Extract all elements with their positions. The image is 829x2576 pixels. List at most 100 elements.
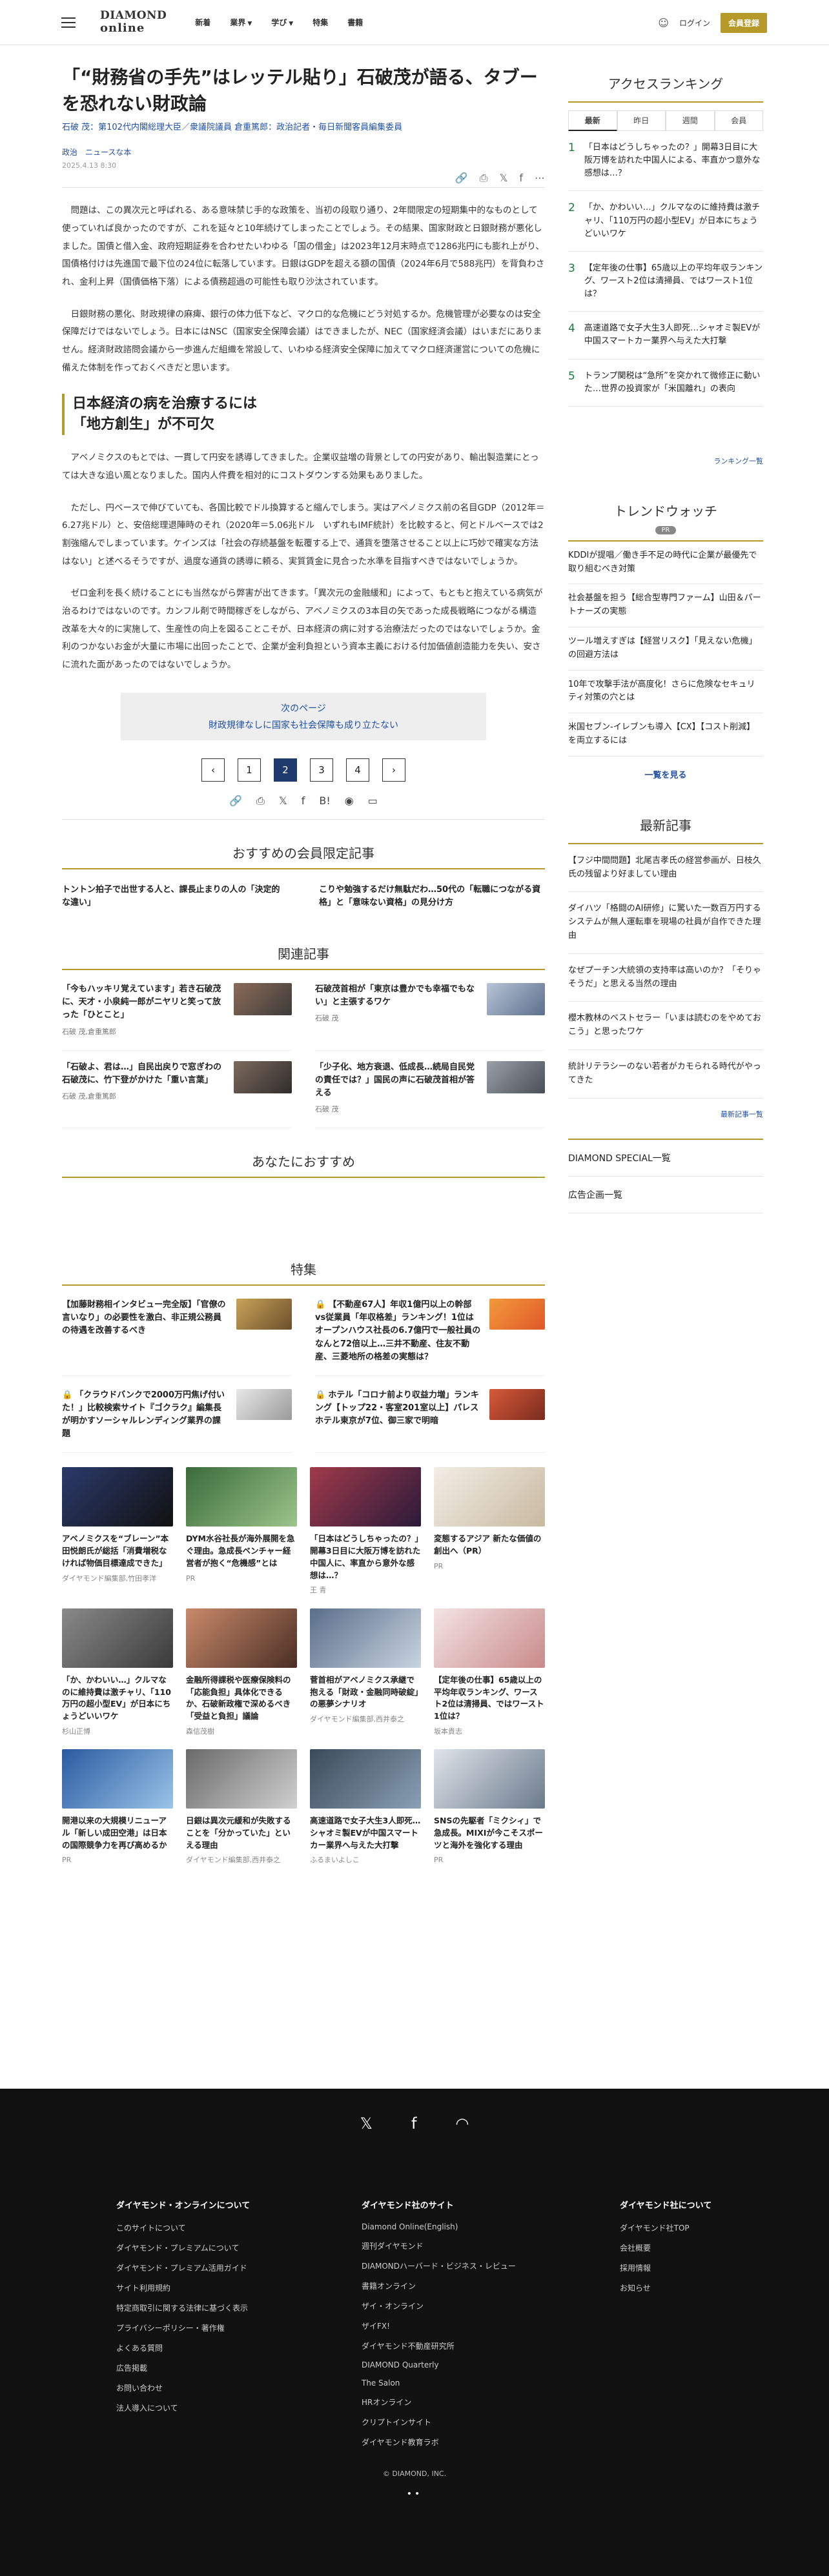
latest-item[interactable]: 櫻木教林のベストセラー「いまは読むのをやめておこう」と思ったワケ (568, 1002, 763, 1050)
page-button-4[interactable]: 4 (346, 758, 369, 782)
article-card[interactable]: 金融所得課税や医療保険料の「応能負担」具体化できるか、石破新政権で深めるべき「受… (186, 1608, 297, 1736)
footer-link[interactable]: ダイヤモンド社TOP (620, 2222, 781, 2233)
next-page-button[interactable]: › (382, 758, 405, 782)
page-button-2[interactable]: 2 (274, 758, 297, 782)
article-card[interactable]: 菅首相がアベノミクス承継で抱える「財政・金融同時破綻」の悪夢シナリオ ダイヤモンド… (310, 1608, 421, 1736)
line-icon[interactable]: ◉ (345, 795, 354, 807)
x-icon[interactable]: 𝕏 (499, 172, 507, 184)
latest-item[interactable]: なぜプーチン大統領の支持率は高いのか？「そりゃそうだ」と思える当然の理由 (568, 954, 763, 1002)
footer-link[interactable]: クリプトインサイト (362, 2417, 620, 2428)
feature-item[interactable]: 🔒 ホテル「コロナ前より収益力増」ランキング【トップ22・客室201室以上】パレス… (315, 1388, 545, 1454)
trend-more-link[interactable]: 一覧を見る (568, 768, 763, 780)
latest-item[interactable]: 【フジ中間問題】北尾吉孝氏の経営参画が、日枝久氏の残留より好ましてい理由 (568, 844, 763, 893)
footer-link[interactable]: プライバシーポリシー・著作権 (116, 2322, 362, 2333)
print-icon[interactable]: ⎙ (256, 795, 265, 807)
feature-item[interactable]: 🔒 【不動産67人】年収1億円以上の幹部vs従業員「年収格差」ランキング！1位はオ… (315, 1299, 545, 1376)
footer-link[interactable]: お問い合わせ (116, 2382, 362, 2393)
page-button-3[interactable]: 3 (310, 758, 333, 782)
latest-item[interactable]: 統計リテラシーのない若者がカモられる時代がやってきた (568, 1050, 763, 1099)
article-card[interactable]: 「か、かわいい…」クルマなのに維持費は激チャリ、「110万円の超小型EV」が日本… (62, 1608, 173, 1736)
tag-link[interactable]: ニュースな本 (85, 147, 131, 157)
nav-item-new[interactable]: 新着 (195, 17, 210, 28)
footer-link[interactable]: DIAMONDハーバード・ビジネス・レビュー (362, 2260, 620, 2271)
feature-item[interactable]: 🔒 「クラウドバンクで2000万円焦げ付いた！」比較検索サイト『ゴクラク』編集長が… (62, 1388, 292, 1454)
special-link[interactable]: DIAMOND SPECIAL一覧 (568, 1140, 763, 1177)
nav-item-industry[interactable]: 業界 ▼ (230, 17, 252, 28)
footer-link[interactable]: ダイヤモンド教育ラボ (362, 2437, 620, 2448)
feature-item[interactable]: 【加藤財務相インタビュー完全版】「官僚の言いなり」の必要性を激白、非正規公務員の… (62, 1299, 292, 1376)
x-icon[interactable]: 𝕏 (360, 2115, 373, 2133)
register-button[interactable]: 会員登録 (720, 13, 767, 33)
trend-item[interactable]: KDDIが提唱／働き手不足の時代に企業が最優先で取り組むべき対策 (568, 542, 763, 585)
footer-link[interactable]: ザイFX! (362, 2320, 620, 2331)
x-icon[interactable]: 𝕏 (279, 795, 287, 807)
tab-member[interactable]: 会員 (714, 110, 763, 131)
footer-link[interactable]: ダイヤモンド・プレミアム活用ガイド (116, 2262, 362, 2273)
latest-item[interactable]: ダイハツ「格闘のAI研修」に驚いた一数百万円するシステムが無人運転車を現場の社員… (568, 892, 763, 954)
recommend-item[interactable]: こりや勉強するだけ無駄だわ…50代の「転職につながる資格」と「意味ない資格」の見… (319, 869, 545, 925)
nav-item-feature[interactable]: 特集 (312, 17, 328, 28)
trend-item[interactable]: 社会基盤を担う【総合型専門ファーム】山田＆パートナーズの実態 (568, 584, 763, 628)
hatena-icon[interactable]: B! (319, 795, 330, 807)
tab-latest[interactable]: 最新 (568, 110, 617, 131)
related-item[interactable]: 石破茂首相が「東京は豊かでも幸福でもない」と主張するワケ 石破 茂 (315, 983, 545, 1051)
nav-item-learn[interactable]: 学び ▼ (271, 17, 293, 28)
facebook-icon[interactable]: f (302, 795, 305, 807)
rss-icon[interactable]: ◠ (455, 2115, 469, 2133)
article-card[interactable]: DYM水谷社長が海外展開を急ぐ理由。急成長ベンチャー経営者が抱く“危機感”とは P… (186, 1467, 297, 1595)
footer-link[interactable]: 広告掲載 (116, 2362, 362, 2373)
latest-more-link[interactable]: 最新記事一覧 (568, 1109, 763, 1119)
next-page-box[interactable]: 次のページ 財政規律なしに国家も社会保障も成り立たない (121, 692, 486, 740)
bookmark-icon[interactable]: ▭ (368, 795, 378, 807)
footer-link[interactable]: 書籍オンライン (362, 2280, 620, 2291)
user-icon[interactable]: ☺ (658, 17, 669, 29)
more-icon[interactable]: ⋯ (535, 172, 545, 184)
prev-page-button[interactable]: ‹ (201, 758, 225, 782)
ranking-item[interactable]: 4 高速道路で女子大生3人即死…シャオミ製EVが中国スマートカー業界へ与えた大打撃 (568, 312, 763, 360)
ranking-item[interactable]: 5 トランプ関税は“急所”を突かれて微修正に動いた…世界の投資家が「米国離れ」の表… (568, 360, 763, 407)
related-item[interactable]: 「今もハッキリ覚えています」若き石破茂に、天才・小泉純一郎がニヤリと笑って放った… (62, 983, 292, 1051)
nav-item-books[interactable]: 書籍 (347, 17, 363, 28)
trend-item[interactable]: ツール増えすぎは【経営リスク】「見えない危機」の回避方法は (568, 627, 763, 671)
footer-link[interactable]: The Salon (362, 2378, 620, 2388)
footer-link[interactable]: ダイヤモンド・プレミアムについて (116, 2242, 362, 2253)
article-card[interactable]: 日銀は異次元緩和が失敗することを「分かっていた」といえる理由 ダイヤモンド編集部,… (186, 1749, 297, 1865)
article-card[interactable]: 【定年後の仕事】65歳以上の平均年収ランキング、ワースト2位は清掃員、ではワース… (434, 1608, 545, 1736)
ad-list-link[interactable]: 広告企画一覧 (568, 1177, 763, 1213)
trend-item[interactable]: 10年で攻撃手法が高度化！さらに危険なセキュリティ対策の穴とは (568, 671, 763, 714)
facebook-icon[interactable]: f (411, 2115, 416, 2133)
ranking-more-link[interactable]: ランキング一覧 (568, 456, 763, 466)
trend-item[interactable]: 米国セブン-イレブンも導入【CX】【コスト削減】を両立するには (568, 713, 763, 756)
footer-link[interactable]: よくある質問 (116, 2342, 362, 2353)
tab-weekly[interactable]: 週間 (666, 110, 715, 131)
footer-link[interactable]: ダイヤモンド不動産研究所 (362, 2340, 620, 2351)
footer-link[interactable]: DIAMOND Quarterly (362, 2360, 620, 2369)
article-card[interactable]: 変態するアジア 新たな価値の創出へ（PR） PR (434, 1467, 545, 1595)
tag-link[interactable]: 政治 (62, 147, 77, 157)
footer-link[interactable]: サイト利用規約 (116, 2282, 362, 2293)
article-card[interactable]: SNSの先駆者「ミクシィ」で急成長。MIXIが今こそスポーツと海外を強化する理由… (434, 1749, 545, 1865)
menu-icon[interactable] (61, 17, 76, 28)
related-item[interactable]: 「少子化、地方衰退、低成長…続局自民党の責任では？」国民の声に石破茂首相が答える… (315, 1060, 545, 1129)
article-card[interactable]: 「日本はどうしちゃったの？」開幕3日目に大阪万博を訪れた中国人に、率直から意外な… (310, 1467, 421, 1595)
footer-link[interactable]: 会社概要 (620, 2242, 781, 2253)
page-button-1[interactable]: 1 (238, 758, 261, 782)
article-card[interactable]: 高速道路で女子大生3人即死…シャオミ製EVが中国スマートカー業界へ与えた大打撃ふ… (310, 1749, 421, 1865)
footer-link[interactable]: このサイトについて (116, 2222, 362, 2233)
related-item[interactable]: 「石破よ、君は…」自民出戻りで窓ぎわの石破茂に、竹下登がかけた「重い言葉」 石破 … (62, 1060, 292, 1129)
facebook-icon[interactable]: f (519, 172, 523, 184)
recommend-item[interactable]: トントン拍子で出世する人と、課長止まりの人の「決定的な違い」 (62, 869, 288, 925)
ranking-item[interactable]: 3 【定年後の仕事】65歳以上の平均年収ランキング、ワースト2位は清掃員、ではワー… (568, 252, 763, 312)
ranking-item[interactable]: 2 「か、かわいい…」クルマなのに維持費は激チャリ、「110万円の超小型EV」が日… (568, 191, 763, 252)
article-authors[interactable]: 石破 茂：第102代内閣総理大臣／衆議院議員 倉重篤郎：政治記者・毎日新聞客員編… (62, 122, 545, 134)
tab-yesterday[interactable]: 昨日 (617, 110, 666, 131)
site-logo[interactable]: DIAMOND online (100, 10, 167, 34)
article-card[interactable]: アベノミクスを“ブレーン”本田悦朗氏が総括「消費増税なければ物価目標達成できた」… (62, 1467, 173, 1595)
login-link[interactable]: ログイン (679, 17, 710, 28)
footer-link[interactable]: Diamond Online(English) (362, 2222, 620, 2231)
footer-link[interactable]: ザイ・オンライン (362, 2300, 620, 2311)
ranking-item[interactable]: 1 「日本はどうしちゃったの？」開幕3日目に大阪万博を訪れた中国人による、率直かつ… (568, 131, 763, 192)
footer-link[interactable]: 特定商取引に関する法律に基づく表示 (116, 2302, 362, 2313)
footer-link[interactable]: 週刊ダイヤモンド (362, 2240, 620, 2251)
print-icon[interactable]: ⎙ (480, 172, 488, 185)
